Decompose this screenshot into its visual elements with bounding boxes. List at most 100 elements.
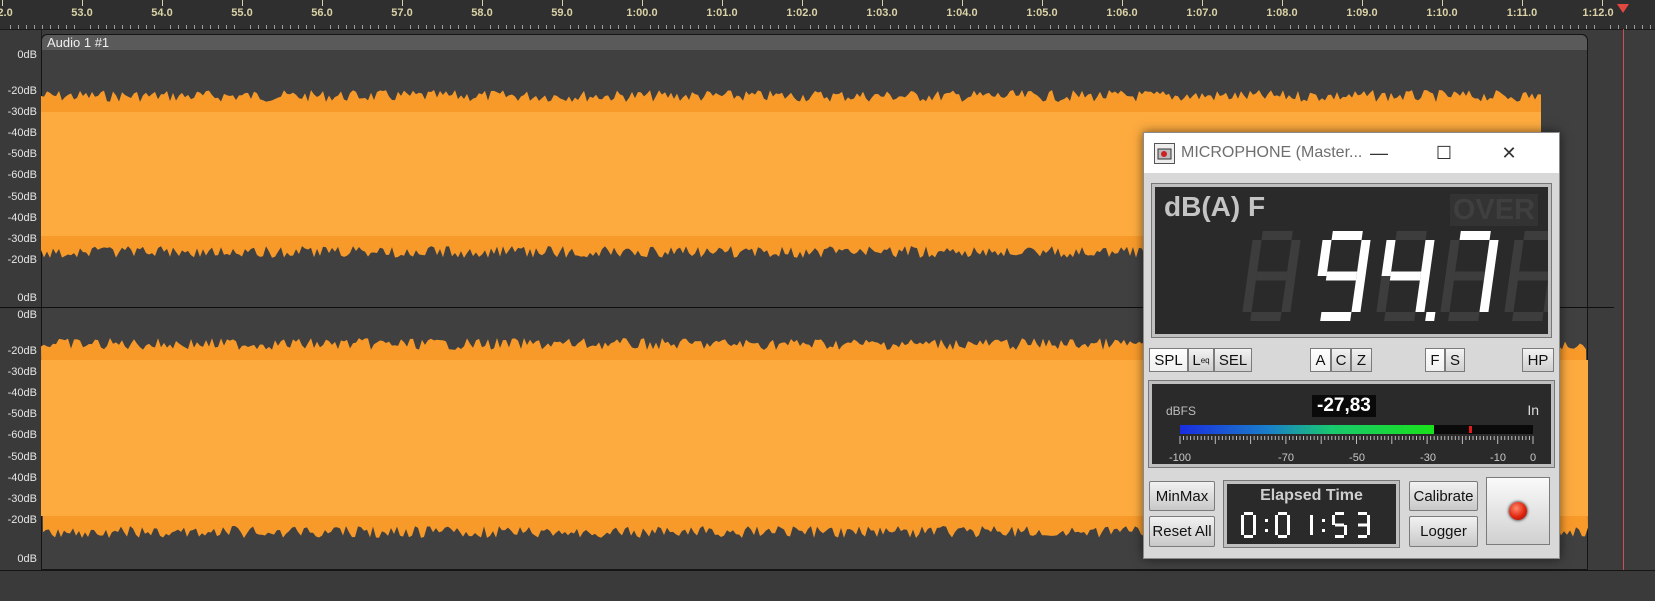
ruler-tick: [434, 25, 435, 29]
digit-segment: [1281, 276, 1296, 312]
db-label: -50dB: [7, 408, 37, 420]
spl-button[interactable]: SPL: [1149, 348, 1188, 372]
db-label: -50dB: [7, 148, 37, 160]
ruler-tick: [1154, 25, 1155, 29]
ruler-tick: [1074, 25, 1075, 29]
ruler-tick: [1442, 0, 1443, 6]
ruler-tick: [786, 25, 787, 29]
ruler-tick: [1122, 0, 1123, 6]
ruler-tick: [1618, 25, 1619, 29]
ruler-tick: [394, 25, 395, 29]
close-icon[interactable]: ✕: [1479, 133, 1539, 173]
ruler-tick: [906, 25, 907, 29]
db-label: 0dB: [17, 309, 37, 321]
digit-segment: [1278, 512, 1287, 515]
horizontal-scroll-area[interactable]: [0, 570, 1655, 601]
db-scale: 0dB -20dB -30dB -40dB -50dB -60dB -50dB …: [0, 30, 42, 570]
ruler-tick: [1050, 25, 1051, 29]
db-label: -20dB: [7, 85, 37, 97]
minimize-icon[interactable]: —: [1349, 133, 1409, 173]
ruler-tick: [18, 25, 19, 29]
ruler-tick: [938, 25, 939, 29]
record-button[interactable]: [1486, 477, 1550, 545]
sel-button[interactable]: SEL: [1214, 348, 1252, 372]
ruler-tick: [834, 25, 835, 29]
meter-scale-label: -70: [1278, 452, 1294, 464]
leq-button[interactable]: Leq: [1188, 348, 1214, 372]
ruler-tick-label: 59.0: [551, 7, 573, 19]
playhead-marker-icon[interactable]: [1617, 4, 1629, 13]
window-titlebar[interactable]: MICROPHONE (Master... — ☐ ✕: [1144, 133, 1559, 173]
ruler-tick: [1626, 25, 1627, 29]
ruler-tick: [530, 25, 531, 29]
ruler-tick: [426, 25, 427, 29]
ruler-tick: [1346, 25, 1347, 29]
slow-response-button[interactable]: S: [1445, 348, 1465, 372]
digit-segment: [1523, 231, 1548, 240]
ruler-tick: [146, 25, 147, 29]
c-weighting-button[interactable]: C: [1331, 348, 1351, 372]
ruler-tick: [994, 25, 995, 29]
ruler-tick-label: 58.0: [471, 7, 493, 19]
digit-segment: [1517, 271, 1548, 281]
time-colon: [1322, 529, 1325, 532]
hp-button[interactable]: HP: [1522, 348, 1554, 372]
ruler-tick-label: 1:11.0: [1506, 7, 1538, 19]
digit-segment: [1287, 525, 1290, 535]
ruler-tick: [1258, 25, 1259, 29]
input-level-fill: [1180, 425, 1435, 434]
ruler-tick: [1602, 0, 1603, 6]
logger-button[interactable]: Logger: [1409, 516, 1478, 547]
ruler-tick: [1274, 25, 1275, 29]
digit-segment: [1367, 515, 1370, 525]
digit-segment: [1261, 231, 1293, 240]
ruler-tick: [1146, 25, 1147, 29]
ruler-tick: [34, 25, 35, 29]
calibrate-button[interactable]: Calibrate: [1409, 481, 1478, 511]
ruler-tick: [378, 25, 379, 29]
ruler-tick: [970, 25, 971, 29]
ruler-tick-label: 57.0: [391, 7, 413, 19]
ruler-tick: [802, 0, 803, 6]
digit-segment: [1484, 240, 1499, 276]
digit-segment: [1335, 512, 1344, 515]
ruler-tick: [1642, 25, 1643, 29]
ruler-tick: [266, 25, 267, 29]
minmax-button[interactable]: MinMax: [1149, 481, 1215, 511]
ruler-tick: [250, 25, 251, 29]
timeline-ruler[interactable]: 52.0 53.0 54.0 55.0 56.0 57.0 58.0 59.0 …: [0, 0, 1655, 30]
ruler-tick: [282, 25, 283, 29]
time-colon: [1322, 519, 1325, 522]
ruler-tick: [1650, 25, 1651, 29]
ruler-tick: [1354, 25, 1355, 29]
ruler-tick: [338, 25, 339, 29]
meter-scale-label: -50: [1349, 452, 1365, 464]
ruler-tick: [1370, 25, 1371, 29]
db-label: 0dB: [17, 553, 37, 565]
ruler-tick: [122, 25, 123, 29]
db-label: -30dB: [7, 106, 37, 118]
leq-sub-label: eq: [1200, 355, 1210, 365]
z-weighting-button[interactable]: Z: [1351, 348, 1372, 372]
ruler-tick: [858, 25, 859, 29]
digit-segment: [1325, 271, 1358, 281]
fast-response-button[interactable]: F: [1425, 348, 1445, 372]
ruler-tick: [1226, 25, 1227, 29]
spl-meter-window[interactable]: MICROPHONE (Master... — ☐ ✕ dB(A) F OVER…: [1143, 132, 1560, 559]
ruler-tick: [658, 25, 659, 29]
playhead-line[interactable]: [1623, 29, 1624, 600]
digit-segment: [1310, 515, 1313, 525]
maximize-icon[interactable]: ☐: [1414, 133, 1474, 173]
ruler-tick: [514, 25, 515, 29]
ruler-tick-label: 1:08.0: [1266, 7, 1298, 19]
digit-segment: [1415, 276, 1430, 312]
ruler-tick-label: 1:00.0: [626, 7, 658, 19]
a-weighting-button[interactable]: A: [1310, 348, 1331, 372]
digit-segment: [1479, 276, 1494, 312]
reset-all-button[interactable]: Reset All: [1149, 516, 1215, 547]
ruler-tick: [930, 25, 931, 29]
ruler-tick: [1586, 25, 1587, 29]
ruler-tick: [674, 25, 675, 29]
ruler-tick: [850, 25, 851, 29]
ruler-tick: [1530, 25, 1531, 29]
